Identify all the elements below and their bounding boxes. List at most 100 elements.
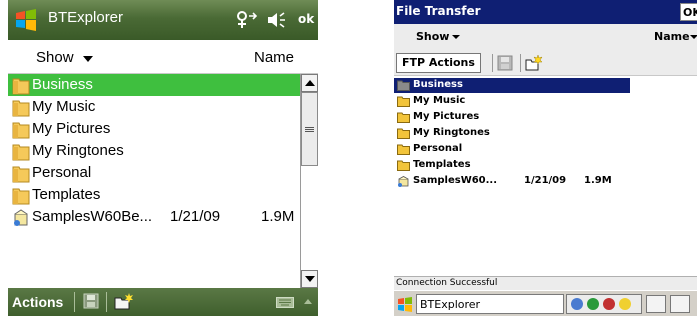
file-list-item[interactable]: SamplesW60Be... 1/21/09 1.9M: [8, 206, 300, 228]
divider: [492, 54, 493, 72]
file-list: Business My Music My Pictures My Rington…: [8, 74, 300, 288]
network-icon[interactable]: [587, 298, 599, 310]
ok-button[interactable]: OK: [680, 3, 697, 21]
windows-start-icon[interactable]: [14, 8, 38, 32]
file-name: Business: [413, 79, 463, 90]
right-device-screen: File Transfer OK Show Name FTP Actions B…: [394, 0, 697, 316]
new-folder-icon[interactable]: [114, 292, 134, 310]
file-list-item[interactable]: My Pictures: [8, 118, 300, 140]
list-header: Show Name: [8, 40, 318, 74]
bluetooth-connection-icon[interactable]: [236, 10, 258, 30]
system-tray: [566, 294, 642, 314]
ok-button[interactable]: ok: [298, 12, 314, 26]
keyboard-icon[interactable]: [646, 295, 666, 313]
file-list-item[interactable]: Personal: [394, 142, 697, 157]
divider: [74, 292, 75, 312]
sip-icon[interactable]: [670, 295, 690, 313]
folder-icon: [12, 122, 30, 139]
window-title: File Transfer: [396, 4, 481, 18]
file-list-item[interactable]: My Ringtones: [8, 140, 300, 162]
file-list-item[interactable]: Business: [394, 78, 697, 93]
file-list-item[interactable]: My Music: [8, 96, 300, 118]
file-list-item[interactable]: My Ringtones: [394, 126, 697, 141]
folder-icon: [397, 128, 410, 139]
file-name: Templates: [413, 159, 471, 170]
app-title: BTExplorer: [48, 9, 124, 26]
file-name: My Ringtones: [413, 127, 490, 138]
bluetooth-icon[interactable]: [571, 298, 583, 310]
folder-icon: [12, 188, 30, 205]
security-icon[interactable]: [603, 298, 615, 310]
file-name: My Ringtones: [32, 142, 124, 159]
folder-icon: [397, 112, 410, 123]
sort-by-name-button[interactable]: Name: [254, 49, 294, 66]
file-name: Templates: [32, 186, 101, 203]
file-name: My Pictures: [413, 111, 480, 122]
scroll-up-button[interactable]: [301, 74, 318, 92]
installer-file-icon: [398, 176, 409, 187]
folder-icon: [397, 96, 410, 107]
arrow-up-icon: [305, 80, 315, 86]
start-icon[interactable]: [396, 294, 414, 314]
grip-icon: [305, 127, 314, 128]
taskbar-app-button[interactable]: BTExplorer: [416, 294, 564, 314]
file-name: My Music: [413, 95, 466, 106]
file-size: 1.9M: [261, 208, 295, 225]
file-date: 1/21/09: [170, 208, 221, 225]
show-dropdown[interactable]: Show: [36, 49, 74, 66]
file-list-item[interactable]: Personal: [8, 162, 300, 184]
file-list-item[interactable]: My Pictures: [394, 110, 697, 125]
file-list: Business My Music My Pictures My Rington…: [394, 78, 697, 276]
arrow-down-icon: [305, 276, 315, 282]
show-dropdown[interactable]: Show: [416, 30, 449, 43]
divider: [520, 54, 521, 72]
file-date: 1/21/09: [524, 175, 567, 186]
folder-icon: [12, 144, 30, 161]
sip-toggle-icon[interactable]: [304, 299, 312, 304]
chevron-down-icon[interactable]: [83, 56, 93, 62]
file-list-item[interactable]: Templates: [8, 184, 300, 206]
sort-by-name-button[interactable]: Name: [654, 30, 690, 43]
file-name: SamplesW60Be...: [32, 208, 153, 225]
toolbar: FTP Actions: [394, 50, 697, 76]
installer-file-icon: [14, 209, 28, 226]
divider: [106, 292, 107, 312]
folder-icon: [12, 166, 30, 183]
sun-icon[interactable]: [619, 298, 631, 310]
bottom-menu-bar: Actions: [8, 288, 318, 316]
volume-icon[interactable]: [266, 10, 286, 30]
vertical-scrollbar[interactable]: [300, 74, 318, 288]
title-bar: BTExplorer ok: [8, 0, 318, 40]
file-size: 1.9M: [584, 175, 612, 186]
actions-menu-button[interactable]: Actions: [12, 294, 63, 310]
taskbar: BTExplorer: [394, 290, 697, 316]
folder-icon: [397, 144, 410, 155]
file-name: Personal: [413, 143, 463, 154]
scroll-down-button[interactable]: [301, 270, 318, 288]
folder-icon: [397, 160, 410, 171]
save-icon[interactable]: [83, 293, 99, 309]
folder-icon: [12, 100, 30, 117]
file-list-item[interactable]: Templates: [394, 158, 697, 173]
save-icon[interactable]: [497, 55, 513, 71]
file-name: Business: [32, 76, 93, 93]
file-list-item[interactable]: Business: [8, 74, 300, 96]
file-list-item[interactable]: SamplesW60... 1/21/09 1.9M: [394, 174, 697, 189]
scroll-thumb[interactable]: [301, 92, 318, 166]
chevron-down-icon[interactable]: [690, 35, 697, 39]
file-name: My Pictures: [32, 120, 111, 137]
list-header: Show Name: [394, 24, 697, 50]
file-list-item[interactable]: My Music: [394, 94, 697, 109]
new-folder-icon[interactable]: [525, 54, 543, 71]
file-name: Personal: [32, 164, 92, 181]
folder-icon: [397, 80, 410, 91]
chevron-down-icon[interactable]: [452, 35, 460, 39]
status-bar: Connection Successful: [394, 276, 697, 290]
keyboard-icon[interactable]: [276, 297, 294, 308]
folder-icon: [12, 78, 30, 95]
file-name: SamplesW60...: [413, 175, 498, 186]
left-device-screen: BTExplorer ok Show Name Business My Musi…: [8, 0, 318, 316]
title-bar: File Transfer OK: [394, 0, 697, 24]
file-name: My Music: [32, 98, 96, 115]
ftp-actions-button[interactable]: FTP Actions: [396, 53, 481, 73]
